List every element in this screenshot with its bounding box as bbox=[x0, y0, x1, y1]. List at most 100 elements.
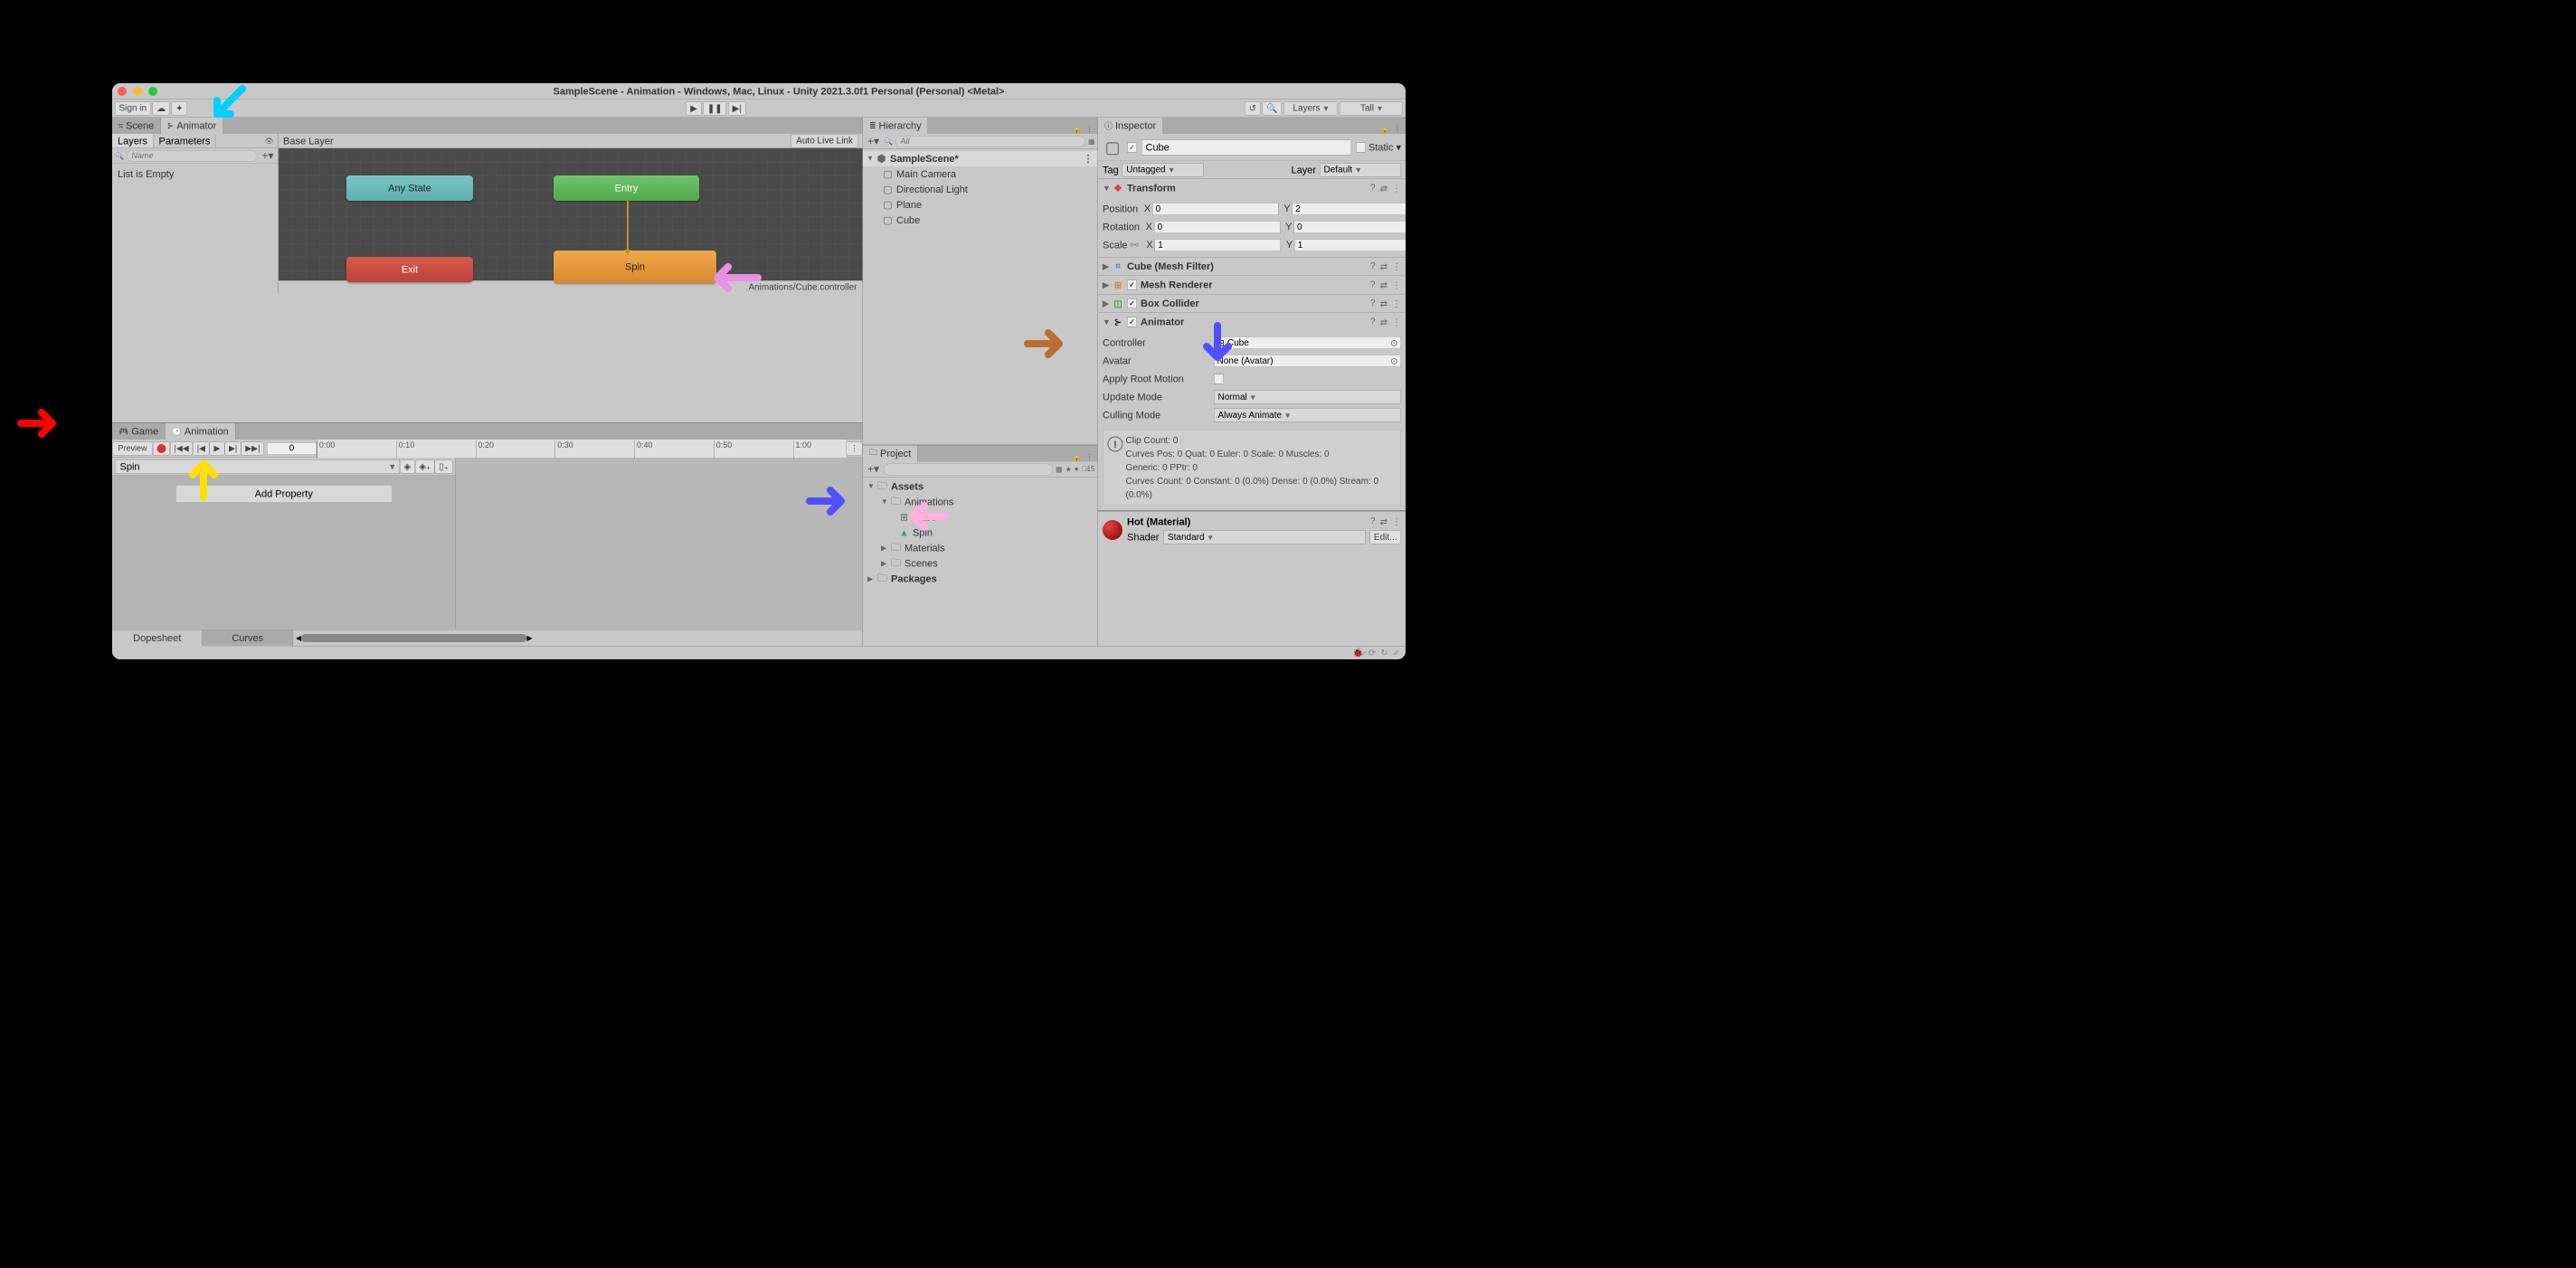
menu-icon[interactable]: ⋮ bbox=[1392, 516, 1401, 528]
sync-icon[interactable]: ⟳ bbox=[1368, 648, 1376, 659]
node-spin[interactable]: Spin bbox=[554, 251, 716, 283]
close-icon[interactable] bbox=[118, 87, 127, 96]
menu-icon[interactable]: ⋮ bbox=[1392, 279, 1401, 291]
visibility-icon[interactable]: 👁 bbox=[260, 134, 278, 148]
add-key-icon[interactable]: ◈ bbox=[400, 459, 415, 473]
lock-icon[interactable]: 🔒 bbox=[1380, 125, 1389, 134]
search-options-icon[interactable]: ▦ bbox=[1088, 137, 1095, 146]
preset-icon[interactable]: ⇄ bbox=[1380, 183, 1387, 194]
auto-live-link-button[interactable]: Auto Live Link bbox=[791, 134, 858, 148]
tag-icon[interactable]: ● bbox=[1075, 465, 1079, 473]
hierarchy-tab[interactable]: ≣Hierarchy bbox=[863, 118, 928, 134]
enable-checkbox[interactable]: ✓ bbox=[1127, 280, 1137, 290]
time-ruler[interactable]: 0:00 0:10 0:20 0:30 0:40 0:50 1:00 bbox=[317, 440, 847, 458]
pos-y[interactable] bbox=[1293, 203, 1406, 215]
object-name-field[interactable] bbox=[1141, 139, 1351, 155]
search-options-icon[interactable]: ▦ bbox=[1056, 465, 1063, 474]
scl-y[interactable] bbox=[1294, 239, 1406, 251]
culling-dropdown[interactable]: Always Animate bbox=[1214, 409, 1401, 422]
menu-icon[interactable]: ⋮ bbox=[1392, 183, 1401, 194]
parameters-subtab[interactable]: Parameters bbox=[154, 134, 216, 148]
node-any-state[interactable]: Any State bbox=[346, 175, 473, 201]
param-search-input[interactable] bbox=[127, 150, 258, 162]
help-icon[interactable]: ? bbox=[1370, 317, 1376, 328]
preset-icon[interactable]: ⇄ bbox=[1380, 279, 1387, 291]
cloud-icon[interactable]: ☁ bbox=[153, 101, 170, 115]
preset-icon[interactable]: ⇄ bbox=[1380, 317, 1387, 328]
prev-key-button[interactable]: |◀ bbox=[193, 441, 209, 455]
clip-dropdown[interactable]: Spin bbox=[115, 459, 400, 474]
avatar-field[interactable]: None (Avatar) bbox=[1214, 355, 1401, 367]
panel-menu-icon[interactable]: ⋮ bbox=[1086, 453, 1094, 462]
help-icon[interactable]: ? bbox=[1370, 183, 1376, 194]
animation-tab[interactable]: 🕑Animation bbox=[166, 423, 236, 440]
debug-icon[interactable]: 🐞̷ bbox=[1352, 648, 1363, 659]
rot-x[interactable] bbox=[1154, 221, 1281, 233]
history-icon[interactable]: ↺ bbox=[1245, 101, 1260, 115]
menu-icon[interactable]: ⋮ bbox=[1392, 317, 1401, 328]
next-key-button[interactable]: ▶| bbox=[224, 441, 241, 455]
play-button[interactable]: ▶ bbox=[687, 101, 702, 115]
search-icon[interactable]: 🔍 bbox=[1263, 101, 1282, 115]
minimize-icon[interactable] bbox=[133, 87, 142, 96]
anim-menu-icon[interactable]: ⋮ bbox=[847, 441, 863, 455]
scenes-folder[interactable]: ▶🗀Scenes bbox=[863, 556, 1098, 572]
rot-y[interactable] bbox=[1293, 221, 1406, 233]
maximize-icon[interactable] bbox=[148, 87, 157, 96]
pos-x[interactable] bbox=[1152, 203, 1279, 215]
active-checkbox[interactable]: ✓ bbox=[1127, 142, 1137, 152]
gameobject-icon[interactable]: ▢ bbox=[1103, 137, 1122, 157]
layer-dropdown[interactable]: Default bbox=[1320, 163, 1401, 176]
shader-dropdown[interactable]: Standard bbox=[1163, 531, 1365, 544]
layers-subtab[interactable]: Layers bbox=[112, 134, 154, 148]
layers-dropdown[interactable]: Layers bbox=[1283, 101, 1338, 115]
edit-button[interactable]: Edit... bbox=[1369, 531, 1401, 544]
help-icon[interactable]: ? bbox=[1370, 279, 1376, 291]
enable-checkbox[interactable]: ✓ bbox=[1127, 317, 1137, 327]
material-swatch[interactable] bbox=[1103, 520, 1122, 540]
lock-icon[interactable]: 🔒 bbox=[1073, 453, 1082, 462]
refresh-icon[interactable]: ↻ bbox=[1380, 648, 1387, 659]
transition-entry-spin[interactable] bbox=[627, 201, 629, 251]
hierarchy-search-input[interactable] bbox=[895, 136, 1085, 147]
first-frame-button[interactable]: |◀◀ bbox=[170, 441, 193, 455]
add-key-plus-icon[interactable]: ◈₊ bbox=[415, 459, 435, 473]
hierarchy-item-plane[interactable]: ▢Plane bbox=[863, 197, 1098, 213]
help-icon[interactable]: ? bbox=[1370, 298, 1376, 309]
preset-icon[interactable]: ⇄ bbox=[1380, 516, 1387, 528]
curves-tab[interactable]: Curves bbox=[203, 630, 293, 647]
animations-folder[interactable]: ▼🗀Animations bbox=[863, 495, 1098, 510]
update-dropdown[interactable]: Normal bbox=[1214, 391, 1401, 404]
scl-x[interactable] bbox=[1155, 239, 1282, 251]
preview-button[interactable]: Preview bbox=[112, 441, 153, 455]
hierarchy-item-cube[interactable]: ▢Cube bbox=[863, 213, 1098, 228]
scene-row[interactable]: ▼⬢SampleScene* bbox=[863, 151, 1098, 166]
play-anim-button[interactable]: ▶ bbox=[209, 441, 224, 455]
help-icon[interactable]: ? bbox=[1370, 260, 1376, 272]
layout-dropdown[interactable]: Tall bbox=[1340, 101, 1403, 115]
hierarchy-item-camera[interactable]: ▢Main Camera bbox=[863, 166, 1098, 182]
component-header[interactable]: ▼✥Transform?⇄⋮ bbox=[1098, 179, 1406, 197]
component-header[interactable]: ▶◫✓Box Collider?⇄⋮ bbox=[1098, 295, 1406, 313]
asset-cube-controller[interactable]: ⊞Cube bbox=[863, 510, 1098, 525]
lock-icon[interactable]: 🔒 bbox=[1073, 125, 1082, 134]
pause-button[interactable]: ❚❚ bbox=[703, 101, 726, 115]
menu-icon[interactable]: ⋮ bbox=[1392, 298, 1401, 309]
controller-field[interactable]: ⊞Cube bbox=[1214, 336, 1401, 349]
panel-menu-icon[interactable]: ⋮ bbox=[1086, 125, 1094, 134]
preset-icon[interactable]: ⇄ bbox=[1380, 298, 1387, 309]
frame-field[interactable] bbox=[267, 442, 317, 455]
apply-root-checkbox[interactable] bbox=[1214, 374, 1224, 384]
add-event-icon[interactable]: ▯₊ bbox=[435, 459, 453, 473]
project-search-input[interactable] bbox=[884, 463, 1053, 475]
inspector-tab[interactable]: ⓘInspector bbox=[1098, 118, 1163, 134]
breadcrumb-item[interactable]: Base Layer bbox=[283, 135, 334, 147]
hidden-count[interactable]: 👁̷15 bbox=[1082, 465, 1095, 473]
menu-icon[interactable]: ⋮ bbox=[1392, 260, 1401, 272]
static-checkbox[interactable] bbox=[1356, 142, 1366, 152]
timeline-scrollbar[interactable]: ◀▶ bbox=[293, 630, 863, 647]
state-machine-canvas[interactable]: Any State Entry Exit Spin bbox=[279, 148, 863, 280]
create-button[interactable]: +▾ bbox=[866, 135, 881, 148]
asset-spin-clip[interactable]: ▲Spin bbox=[863, 525, 1098, 541]
record-button[interactable] bbox=[153, 441, 170, 455]
